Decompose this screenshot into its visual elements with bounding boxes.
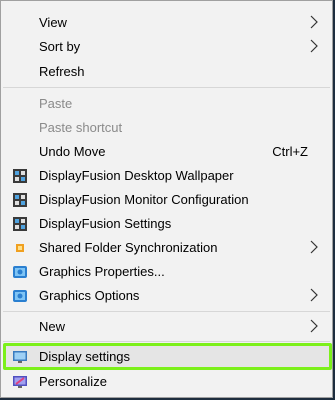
menu-item-undo-move[interactable]: Undo Move Ctrl+Z [1,140,332,164]
graphics-icon [13,290,27,302]
sync-icon [16,244,24,252]
menu-item-label: Display settings [39,349,131,364]
menu-item-graphics-options[interactable]: Graphics Options [1,284,332,308]
menu-item-shared-folder-sync[interactable]: Shared Folder Synchronization [1,236,332,260]
submenu-arrow-icon [310,15,318,29]
menu-item-displayfusion-settings[interactable]: DisplayFusion Settings [1,212,332,236]
graphics-icon [13,266,27,278]
desktop-context-menu: View Sort by Refresh Paste Paste shortcu… [0,0,333,398]
menu-item-label: View [39,15,67,30]
submenu-arrow-icon [310,39,318,53]
menu-item-view[interactable]: View [1,11,332,35]
menu-item-label: Paste shortcut [39,120,123,135]
menu-item-label: Shared Folder Synchronization [39,240,218,255]
displayfusion-icon [13,193,27,207]
submenu-arrow-icon [310,288,318,302]
submenu-arrow-icon [310,319,318,333]
menu-item-label: Refresh [39,64,85,79]
menu-item-new[interactable]: New [1,315,332,339]
menu-item-personalize[interactable]: Personalize [1,370,332,394]
menu-item-label: DisplayFusion Settings [39,216,172,231]
menu-item-paste: Paste [1,92,332,116]
menu-separator [3,341,330,342]
menu-separator [3,311,330,312]
menu-item-label: DisplayFusion Monitor Configuration [39,192,249,207]
menu-item-label: DisplayFusion Desktop Wallpaper [39,168,234,183]
menu-item-shortcut: Ctrl+Z [272,144,308,159]
menu-item-label: Undo Move [39,144,106,159]
display-icon [13,351,27,363]
menu-item-label: Sort by [39,39,81,54]
personalize-icon [13,376,27,388]
displayfusion-icon [13,169,27,183]
menu-item-display-settings[interactable]: Display settings [1,345,332,369]
menu-item-label: Graphics Properties... [39,264,165,279]
menu-item-displayfusion-monitor-config[interactable]: DisplayFusion Monitor Configuration [1,188,332,212]
menu-item-label: Paste [39,96,73,111]
menu-item-sort-by[interactable]: Sort by [1,35,332,59]
menu-item-label: New [39,319,66,334]
menu-item-label: Graphics Options [39,288,140,303]
menu-item-graphics-properties[interactable]: Graphics Properties... [1,260,332,284]
menu-item-label: Personalize [39,374,107,389]
displayfusion-icon [13,217,27,231]
menu-item-paste-shortcut: Paste shortcut [1,116,332,140]
submenu-arrow-icon [310,240,318,254]
menu-separator [3,87,330,88]
menu-item-displayfusion-wallpaper[interactable]: DisplayFusion Desktop Wallpaper [1,164,332,188]
menu-item-refresh[interactable]: Refresh [1,60,332,84]
